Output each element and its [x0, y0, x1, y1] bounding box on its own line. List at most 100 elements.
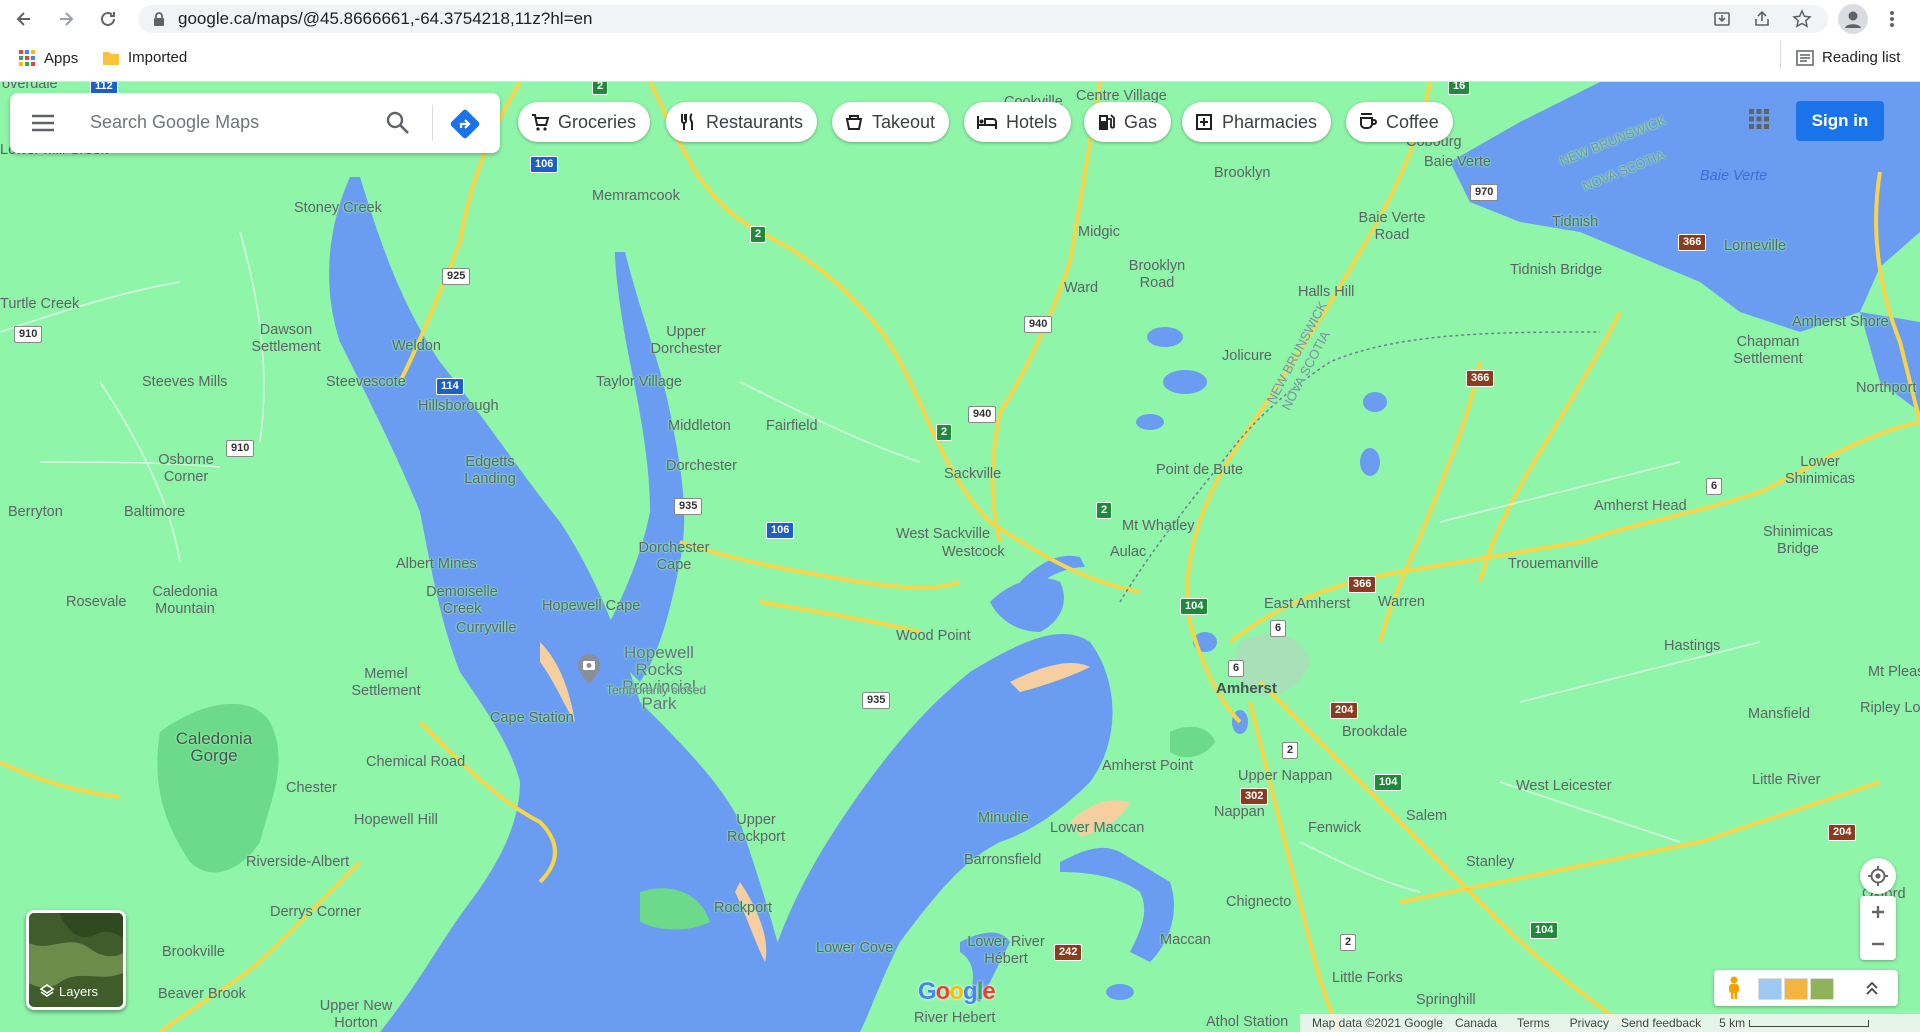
- map-label: Dorchester Cape: [638, 540, 710, 573]
- route-shield: 940: [1024, 316, 1053, 333]
- chip-hotels[interactable]: Hotels: [964, 102, 1072, 142]
- map-label: Amherst Point: [1102, 758, 1194, 774]
- map-label: Demoiselle Creek: [426, 584, 498, 617]
- privacy-link[interactable]: Privacy: [1570, 1016, 1609, 1030]
- map-label: Upper Rockport: [726, 812, 786, 845]
- map-label: Baie Verte Road: [1358, 210, 1426, 243]
- minus-icon: [1872, 942, 1884, 946]
- map-label: Lower Shinimicas: [1784, 454, 1856, 487]
- chip-pharmacies[interactable]: Pharmacies: [1182, 102, 1332, 142]
- url-text: google.ca/maps/@45.8666661,-64.3754218,1…: [178, 9, 593, 28]
- install-icon[interactable]: [1710, 7, 1734, 31]
- map-label: Brookdale: [1342, 724, 1408, 740]
- zoom-in-button[interactable]: [1860, 896, 1896, 928]
- map-label: Stanley: [1466, 854, 1515, 870]
- map-label: Tidnish: [1552, 214, 1599, 230]
- route-shield: 925: [442, 268, 471, 285]
- map-label: Rockport: [714, 900, 773, 916]
- bookmark-imported[interactable]: Imported: [102, 49, 187, 66]
- map-label: overdale: [2, 82, 58, 92]
- map-label: Ripley Loop: [1860, 700, 1920, 716]
- chevron-up-icon[interactable]: [1864, 980, 1880, 996]
- map-label: Point de Bute: [1156, 462, 1244, 478]
- google-apps-icon[interactable]: [1748, 108, 1770, 130]
- map-label: Upper New Horton: [319, 998, 393, 1031]
- camera-pin-icon[interactable]: [578, 654, 600, 689]
- route-shield: 2: [1340, 934, 1357, 951]
- search-icon[interactable]: [385, 110, 411, 136]
- map-data-attribution: Map data ©2021 Google: [1312, 1016, 1443, 1030]
- chip-coffee[interactable]: Coffee: [1346, 102, 1453, 142]
- map-label: Fenwick: [1308, 820, 1362, 836]
- layers-label: Layers: [59, 984, 99, 999]
- hamburger-menu-icon[interactable]: [30, 111, 56, 135]
- share-icon[interactable]: [1750, 7, 1774, 31]
- search-input[interactable]: Search Google Maps: [90, 112, 259, 133]
- fork-knife-icon: [681, 113, 693, 130]
- map-label: Lower Maccan: [1050, 820, 1145, 836]
- chip-label: Takeout: [872, 111, 936, 132]
- map-label: Ward: [1064, 280, 1099, 296]
- route-shield: 242: [1054, 944, 1083, 961]
- map-label: Amherst Head: [1594, 498, 1687, 514]
- map-label: Middleton: [668, 418, 731, 434]
- profile-avatar[interactable]: [1838, 4, 1868, 34]
- map-label: Sackville: [944, 466, 1002, 482]
- star-icon[interactable]: [1790, 7, 1814, 31]
- map-label: Dorchester: [666, 458, 737, 474]
- bookmark-apps[interactable]: Apps: [18, 49, 78, 67]
- pegman-icon[interactable]: [1726, 976, 1742, 1000]
- map-canvas[interactable]: overdale Lower Mill Creek Stoney Creek M…: [0, 82, 1920, 1032]
- map-label: Chapman Settlement: [1733, 334, 1803, 367]
- back-icon[interactable]: [12, 7, 36, 31]
- map-footer: Map data ©2021 Google Canada Terms Priva…: [1300, 1014, 1920, 1032]
- map-label: Taylor Village: [596, 374, 682, 390]
- map-label: Steevescote: [326, 374, 406, 390]
- map-label: Rosevale: [66, 594, 127, 610]
- sign-in-button[interactable]: Sign in: [1796, 101, 1884, 141]
- route-shield: 16: [1448, 82, 1471, 95]
- lock-icon: [154, 12, 164, 26]
- chip-label: Restaurants: [706, 111, 804, 132]
- map-label: Jolicure: [1222, 348, 1272, 364]
- address-bar[interactable]: google.ca/maps/@45.8666661,-64.3754218,1…: [138, 5, 1828, 33]
- scale-label[interactable]: 5 km: [1719, 1016, 1745, 1030]
- pharmacy-icon: [1196, 114, 1212, 130]
- chrome-menu-icon[interactable]: [1880, 7, 1904, 31]
- imagery-thumbnail-1[interactable]: [1758, 978, 1782, 1000]
- directions-icon[interactable]: [450, 109, 480, 139]
- terms-link[interactable]: Terms: [1517, 1016, 1550, 1030]
- my-location-button[interactable]: [1860, 858, 1896, 894]
- chip-label: Pharmacies: [1222, 111, 1318, 132]
- bookmark-label: Imported: [128, 49, 188, 66]
- chip-takeout[interactable]: Takeout: [832, 102, 950, 142]
- coffee-cup-icon: [1360, 113, 1377, 129]
- map-label: Mt Whatley: [1122, 518, 1195, 534]
- map-label-park: Caledonia Gorge: [175, 729, 253, 765]
- imagery-thumbnail-3[interactable]: [1810, 978, 1834, 1000]
- map-label: Riverside-Albert: [246, 854, 350, 870]
- reading-list[interactable]: Reading list: [1796, 49, 1900, 66]
- crosshair-icon: [1868, 866, 1888, 886]
- route-shield: 114: [436, 378, 464, 395]
- region-link[interactable]: Canada: [1455, 1016, 1497, 1030]
- map-label: Turtle Creek: [0, 296, 80, 312]
- browser-toolbar: google.ca/maps/@45.8666661,-64.3754218,1…: [0, 0, 1920, 37]
- imagery-thumbnail-2[interactable]: [1784, 978, 1808, 1000]
- send-feedback-link[interactable]: Send feedback: [1621, 1016, 1701, 1030]
- map-label: Aulac: [1110, 544, 1147, 560]
- map-label-status: Temporarily closed: [606, 683, 707, 697]
- chip-gas[interactable]: Gas: [1084, 102, 1172, 142]
- reload-icon[interactable]: [96, 7, 120, 31]
- layers-button[interactable]: Layers: [26, 910, 126, 1010]
- chip-groceries[interactable]: Groceries: [518, 102, 651, 142]
- chip-restaurants[interactable]: Restaurants: [666, 102, 818, 142]
- route-shield: 104: [1374, 774, 1403, 791]
- zoom-out-button[interactable]: [1860, 928, 1896, 960]
- route-shield: 302: [1240, 788, 1269, 805]
- search-box[interactable]: Search Google Maps: [10, 93, 500, 153]
- map-label-park: Hopewell Rocks Provincial Park: [622, 643, 696, 713]
- zoom-controls: [1860, 896, 1896, 960]
- takeout-icon: [845, 115, 863, 130]
- forward-icon[interactable]: [54, 7, 78, 31]
